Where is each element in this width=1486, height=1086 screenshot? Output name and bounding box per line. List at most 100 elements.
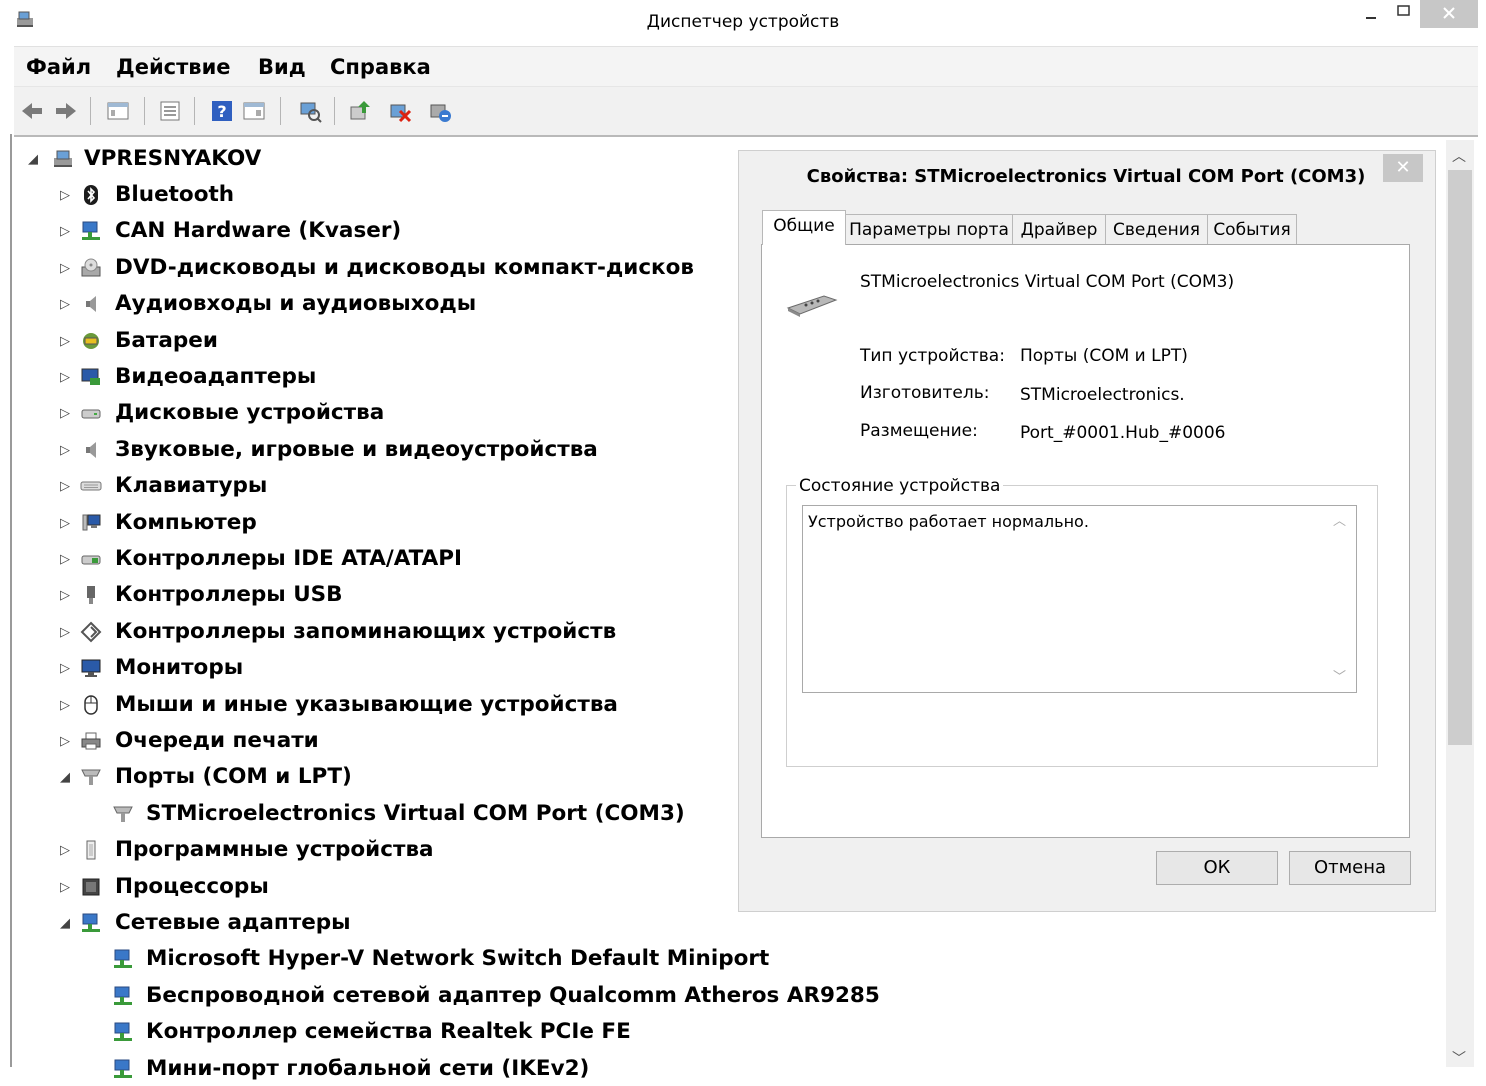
expanded-arrow-icon[interactable]: ◢ [60, 770, 70, 785]
toolbar-separator [334, 97, 335, 125]
processor-icon [80, 876, 102, 898]
tab-general[interactable]: Общие [762, 210, 846, 245]
tab-events[interactable]: События [1207, 214, 1297, 245]
tree-item-label: Аудиовходы и аудиовыходы [115, 291, 477, 316]
tree-item-label: STMicroelectronics Virtual COM Port (COM… [146, 801, 685, 826]
collapsed-arrow-icon[interactable]: ▷ [60, 698, 70, 713]
collapsed-arrow-icon[interactable]: ▷ [60, 588, 70, 603]
toolbar-separator [280, 97, 281, 125]
console-tree-icon[interactable] [106, 99, 130, 123]
toolbar-separator [144, 97, 145, 125]
status-scroll-down-icon[interactable]: ﹀ [1333, 666, 1346, 685]
collapsed-arrow-icon[interactable]: ▷ [60, 370, 70, 385]
menu-file[interactable]: Файл [26, 55, 91, 79]
properties-icon[interactable] [158, 99, 182, 123]
back-icon[interactable] [20, 99, 44, 123]
menu-bar: Файл Действие Вид Справка [14, 46, 1478, 87]
update-driver-icon[interactable] [348, 99, 372, 123]
action-pane-icon[interactable] [242, 99, 266, 123]
device-status-legend: Состояние устройства [796, 476, 1004, 496]
device-status-textbox[interactable] [802, 505, 1357, 693]
display-adapter-icon [80, 366, 102, 388]
storage-icon [80, 621, 102, 643]
tree-item-label: Компьютер [115, 510, 257, 535]
scroll-up-icon[interactable]: ︿ [1452, 146, 1466, 166]
collapsed-arrow-icon[interactable]: ▷ [60, 843, 70, 858]
ide-icon [80, 548, 102, 570]
serial-port-icon [784, 286, 840, 326]
window-border [10, 134, 12, 1067]
scrollbar-thumb[interactable] [1448, 170, 1472, 745]
menu-view[interactable]: Вид [258, 55, 306, 79]
collapsed-arrow-icon[interactable]: ▷ [60, 406, 70, 421]
scroll-down-icon[interactable]: ﹀ [1452, 1048, 1466, 1068]
network-icon [80, 912, 102, 934]
tree-item-label: Microsoft Hyper-V Network Switch Default… [146, 946, 770, 971]
collapsed-arrow-icon[interactable]: ▷ [60, 443, 70, 458]
printer-icon [80, 730, 102, 752]
uninstall-device-icon[interactable] [428, 99, 452, 123]
collapsed-arrow-icon[interactable]: ▷ [60, 516, 70, 531]
menu-help[interactable]: Справка [330, 55, 431, 79]
collapsed-arrow-icon[interactable]: ▷ [60, 625, 70, 640]
menu-action[interactable]: Действие [116, 55, 231, 79]
collapsed-arrow-icon[interactable]: ▷ [60, 334, 70, 349]
collapsed-arrow-icon[interactable]: ▷ [60, 880, 70, 895]
disk-icon [80, 402, 102, 424]
usb-icon [80, 584, 102, 606]
tree-item-label: Сетевые адаптеры [115, 910, 351, 935]
collapsed-arrow-icon[interactable]: ▷ [60, 552, 70, 567]
tree-item-label: Звуковые, игровые и видеоустройства [115, 437, 598, 462]
tree-item-label: DVD-дисководы и дисководы компакт-дисков [115, 255, 695, 280]
computer-icon [52, 148, 74, 170]
window-title: Диспетчер устройств [646, 12, 840, 32]
tree-item-label: CAN Hardware (Kvaser) [115, 218, 402, 243]
tree-item-label: Клавиатуры [115, 473, 268, 498]
tree-item-label: Контроллер семейства Realtek PCIe FE [146, 1019, 631, 1044]
network-icon [112, 948, 134, 970]
collapsed-arrow-icon[interactable]: ▷ [60, 479, 70, 494]
collapsed-arrow-icon[interactable]: ▷ [60, 224, 70, 239]
ok-button[interactable]: ОК [1156, 851, 1278, 885]
status-scroll-up-icon[interactable]: ︿ [1333, 510, 1346, 529]
monitor-icon [80, 657, 102, 679]
tree-item-label: Мини-порт глобальной сети (IKEv2) [146, 1056, 590, 1081]
tree-item-label: Программные устройства [115, 837, 434, 862]
help-icon[interactable]: ? [210, 99, 234, 123]
svg-text:?: ? [217, 102, 226, 121]
cancel-button[interactable]: Отмена [1289, 851, 1411, 885]
tree-item-label: Контроллеры IDE ATA/ATAPI [115, 546, 463, 571]
battery-icon [80, 330, 102, 352]
bluetooth-icon [80, 184, 102, 206]
collapsed-arrow-icon[interactable]: ▷ [60, 661, 70, 676]
tab-driver[interactable]: Драйвер [1012, 214, 1106, 245]
collapsed-arrow-icon[interactable]: ▷ [60, 734, 70, 749]
forward-icon[interactable] [54, 99, 78, 123]
device-status-text: Устройство работает нормально. [808, 512, 1089, 531]
collapsed-arrow-icon[interactable]: ▷ [60, 188, 70, 203]
maximize-button[interactable] [1388, 0, 1418, 28]
minimize-button[interactable] [1356, 0, 1386, 28]
network-icon [112, 1058, 134, 1080]
disable-device-icon[interactable] [388, 99, 412, 123]
scan-hardware-icon[interactable] [298, 99, 322, 123]
dialog-close-button[interactable]: ✕ [1383, 154, 1423, 182]
tree-item-label: Контроллеры запоминающих устройств [115, 619, 617, 644]
network-icon [112, 985, 134, 1007]
tab-port-settings[interactable]: Параметры порта [845, 214, 1013, 245]
tab-details[interactable]: Сведения [1105, 214, 1208, 245]
location-label: Размещение: [860, 421, 978, 441]
tree-item-label: Видеоадаптеры [115, 364, 317, 389]
manufacturer-label: Изготовитель: [860, 383, 990, 403]
expanded-arrow-icon[interactable]: ◢ [60, 916, 70, 931]
expanded-arrow-icon[interactable]: ◢ [28, 152, 38, 167]
keyboard-icon [80, 475, 102, 497]
manufacturer-value: STMicroelectronics. [1020, 385, 1185, 405]
port-icon [112, 803, 134, 825]
toolbar-separator [90, 97, 91, 125]
collapsed-arrow-icon[interactable]: ▷ [60, 297, 70, 312]
network-icon [112, 1021, 134, 1043]
collapsed-arrow-icon[interactable]: ▷ [60, 261, 70, 276]
tree-item-label: Порты (COM и LPT) [115, 764, 352, 789]
close-button[interactable] [1420, 0, 1478, 28]
